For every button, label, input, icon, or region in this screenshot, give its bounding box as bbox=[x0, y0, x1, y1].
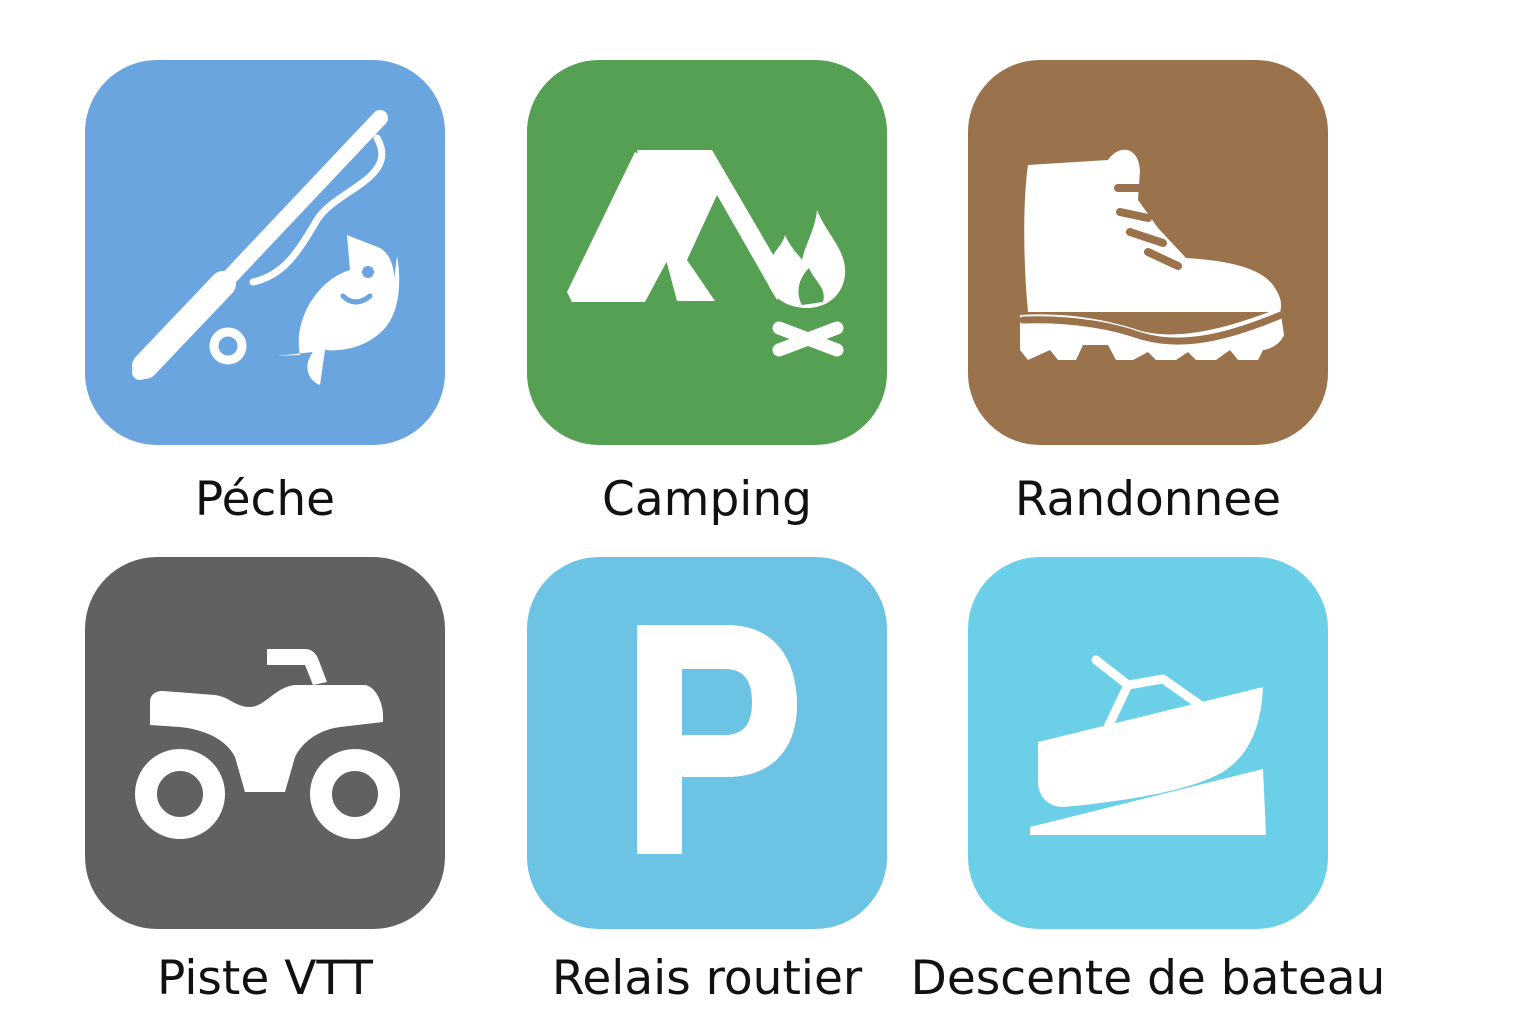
tile-label-relais-routier: Relais routier bbox=[551, 951, 863, 1006]
parking-icon bbox=[637, 625, 797, 854]
descente-de-bateau-icon-box bbox=[968, 557, 1328, 929]
fishing-icon bbox=[132, 110, 400, 385]
tile-label-peche: Péche bbox=[194, 472, 336, 527]
tile-label-piste-vtt: Piste VTT bbox=[157, 951, 373, 1006]
boat-launch-icon bbox=[1030, 655, 1266, 835]
tile-piste-vtt[interactable]: Piste VTT bbox=[85, 557, 445, 1002]
tile-label-camping: Camping bbox=[602, 472, 812, 527]
tent-campfire-icon bbox=[567, 150, 846, 357]
tile-camping[interactable]: Camping bbox=[527, 60, 887, 523]
relais-routier-icon-box bbox=[527, 557, 887, 929]
atv-icon bbox=[135, 649, 400, 839]
tile-descente-de-bateau[interactable]: Descente de bateau bbox=[911, 557, 1385, 1002]
piste-vtt-icon-box bbox=[85, 557, 445, 929]
tile-randonnee[interactable]: Randonnee bbox=[968, 60, 1328, 523]
tile-label-randonnee: Randonnee bbox=[1014, 472, 1282, 527]
randonnee-icon-box bbox=[968, 60, 1328, 445]
tile-relais-routier[interactable]: Relais routier bbox=[527, 557, 887, 1002]
hiking-boot-icon bbox=[1019, 149, 1285, 360]
peche-icon-box bbox=[85, 60, 445, 445]
tile-peche[interactable]: Péche bbox=[85, 60, 445, 523]
tile-label-descente-de-bateau: Descente de bateau bbox=[910, 951, 1386, 1006]
camping-icon-box bbox=[527, 60, 887, 445]
